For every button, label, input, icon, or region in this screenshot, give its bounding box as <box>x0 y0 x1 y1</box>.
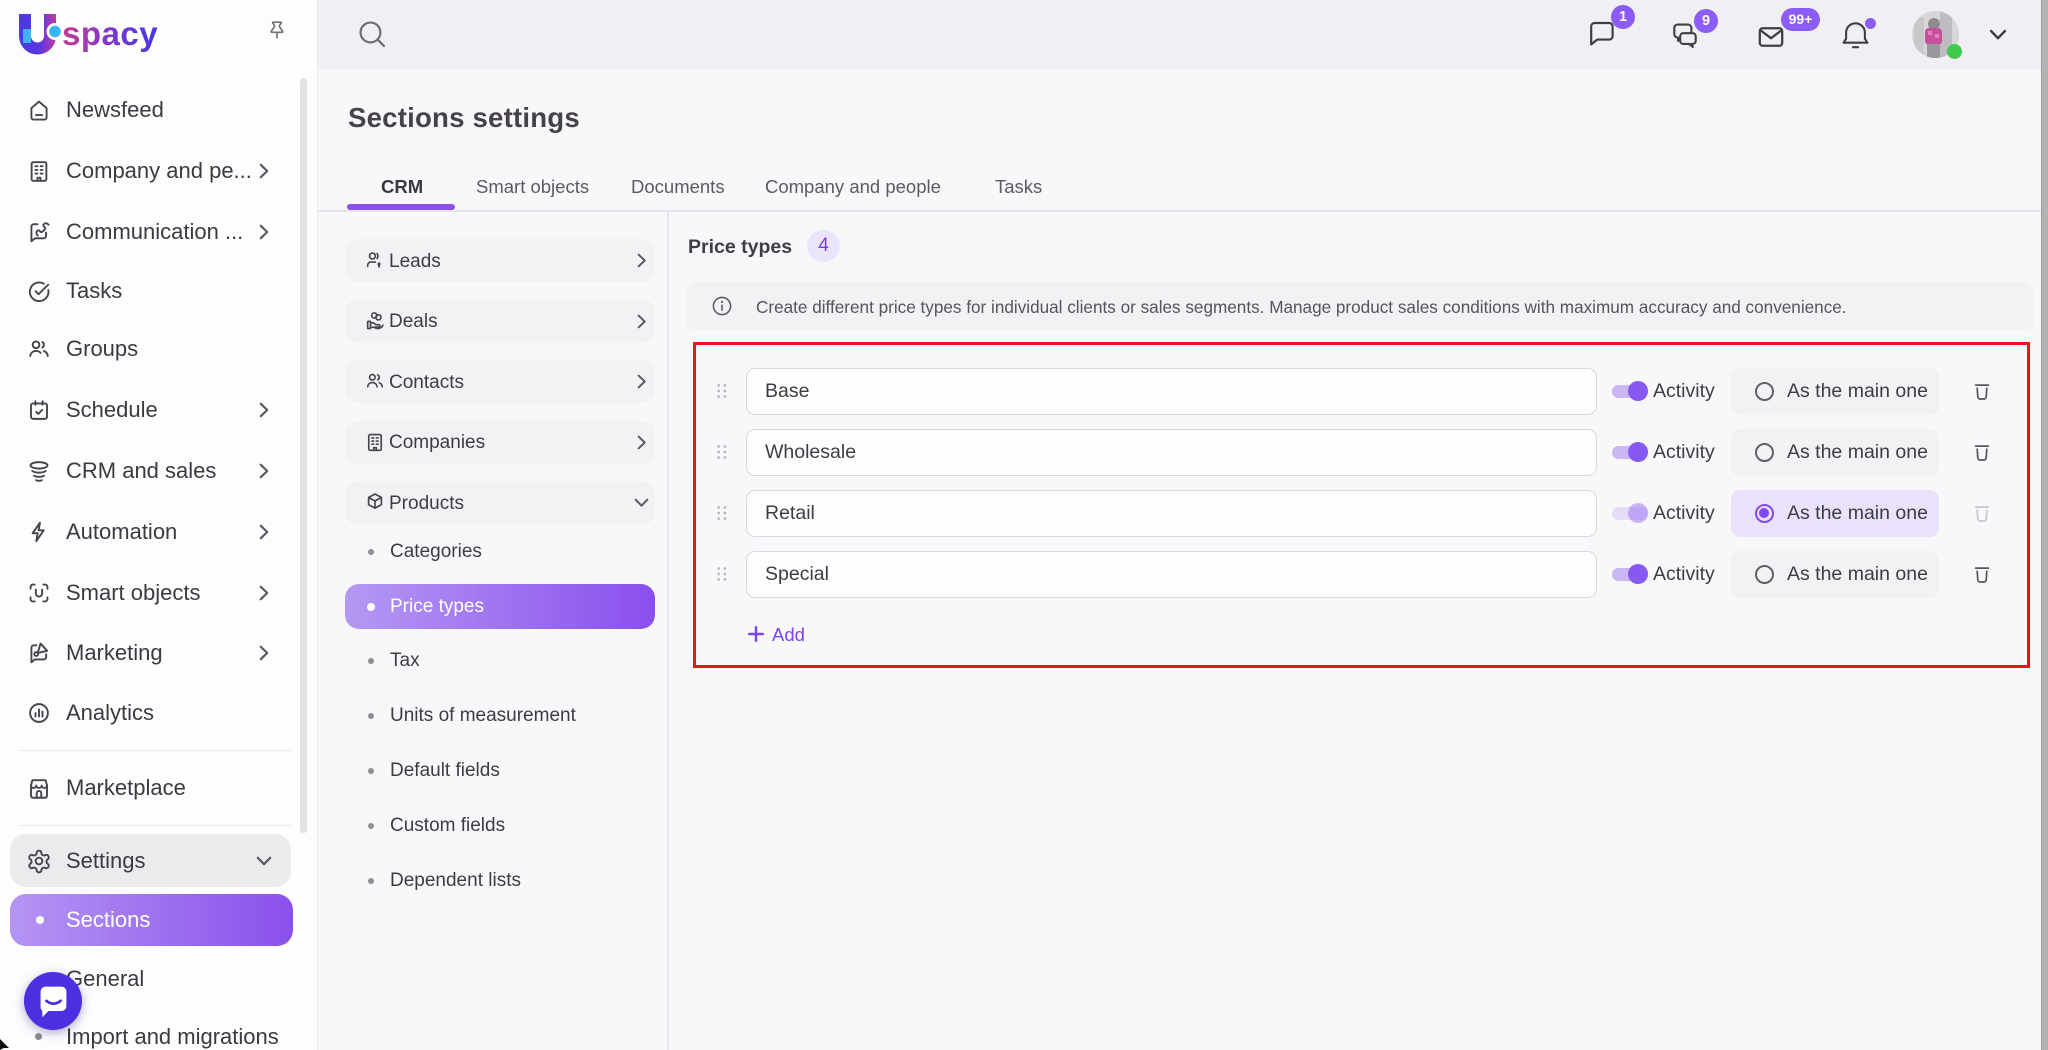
svg-text:spacy: spacy <box>62 15 158 52</box>
